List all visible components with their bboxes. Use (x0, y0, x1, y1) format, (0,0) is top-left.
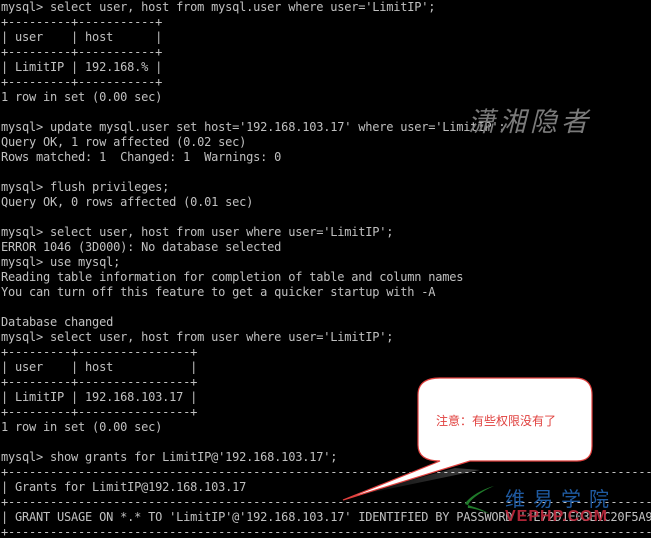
terminal-line: | LimitIP | 192.168.% | (1, 60, 163, 74)
terminal-line: +---------------------------------------… (1, 465, 651, 479)
terminal-line: ERROR 1046 (3D000): No database selected (1, 240, 282, 254)
logo-swoosh-icon (465, 486, 494, 514)
terminal-line: +---------+-----------+ (1, 75, 163, 89)
terminal-line: mysql> select user, host from user where… (1, 330, 394, 344)
terminal-line: mysql> show grants for LimitIP@'192.168.… (1, 450, 338, 464)
terminal-line: mysql> select user, host from user where… (1, 225, 394, 239)
terminal-line: | Grants for LimitIP@192.168.103.17 (1, 480, 247, 494)
terminal-line: +---------+-----------+ (1, 45, 163, 59)
terminal-line: 1 row in set (0.00 sec) (1, 90, 163, 104)
terminal-line: Database changed (1, 315, 114, 329)
terminal-line: Rows matched: 1 Changed: 1 Warnings: 0 (1, 150, 282, 164)
terminal-line: +---------+----------------+ (1, 345, 198, 359)
logo-text-en: VEPHP.COM (505, 508, 608, 525)
terminal-line: | LimitIP | 192.168.103.17 | (1, 390, 198, 404)
terminal-line: mysql> use mysql; (1, 255, 121, 269)
terminal-line: +---------+-----------+ (1, 15, 163, 29)
terminal-line: 1 row in set (0.00 sec) (1, 420, 163, 434)
terminal-line: +---------------------------------------… (1, 525, 651, 538)
terminal-line: Query OK, 1 row affected (0.02 sec) (1, 135, 247, 149)
terminal-line: | user | host | (1, 360, 198, 374)
terminal-line: mysql> update mysql.user set host='192.1… (1, 120, 506, 134)
terminal-line: +---------+----------------+ (1, 375, 198, 389)
terminal-line: +---------+----------------+ (1, 405, 198, 419)
terminal-line: You can turn off this feature to get a q… (1, 285, 436, 299)
terminal-line: mysql> flush privileges; (1, 180, 170, 194)
author-watermark: 潇湘隐者 (468, 107, 592, 138)
terminal-line: | user | host | (1, 30, 163, 44)
terminal-line: Query OK, 0 rows affected (0.01 sec) (1, 195, 254, 209)
terminal-line: Reading table information for completion… (1, 270, 464, 284)
callout-text: 注意：有些权限没有了 (436, 414, 557, 428)
terminal-window[interactable]: mysql> select user, host from mysql.user… (0, 0, 651, 538)
terminal-line: mysql> select user, host from mysql.user… (1, 0, 436, 14)
